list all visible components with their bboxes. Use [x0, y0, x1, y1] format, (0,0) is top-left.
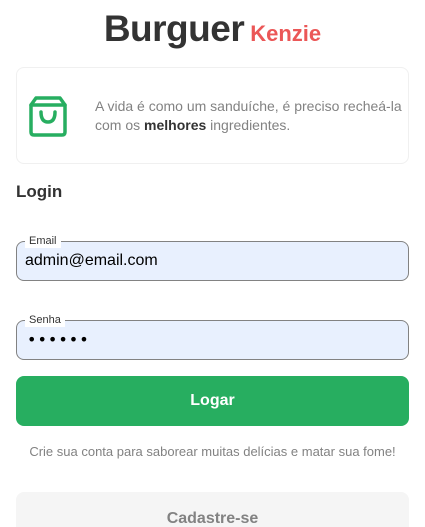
brand-name: Burguer [103, 8, 245, 49]
password-label: Senha [25, 313, 65, 327]
brand-logo: Burguer Kenzie [0, 8, 425, 50]
signup-button[interactable]: Cadastre-se [16, 492, 409, 527]
login-page: Burguer Kenzie A vida é como um sanduíche… [0, 0, 425, 527]
shopping-bag-icon [27, 95, 69, 137]
login-button[interactable]: Logar [16, 376, 409, 426]
brand-subname: Kenzie [250, 21, 322, 46]
signup-prompt: Crie sua conta para saborear muitas delí… [29, 444, 396, 459]
email-input[interactable] [25, 242, 395, 280]
info-card: A vida é como um sanduíche, é preciso re… [16, 67, 409, 164]
email-field[interactable]: Email [16, 234, 409, 281]
password-input[interactable]: •••••• [27, 332, 90, 348]
info-text-end: ingredientes. [206, 116, 291, 133]
login-title: Login [16, 182, 63, 201]
password-field[interactable]: Senha •••••• [16, 313, 409, 360]
info-text: A vida é como um sanduíche, é preciso re… [95, 97, 408, 135]
info-text-bold: melhores [144, 116, 207, 133]
